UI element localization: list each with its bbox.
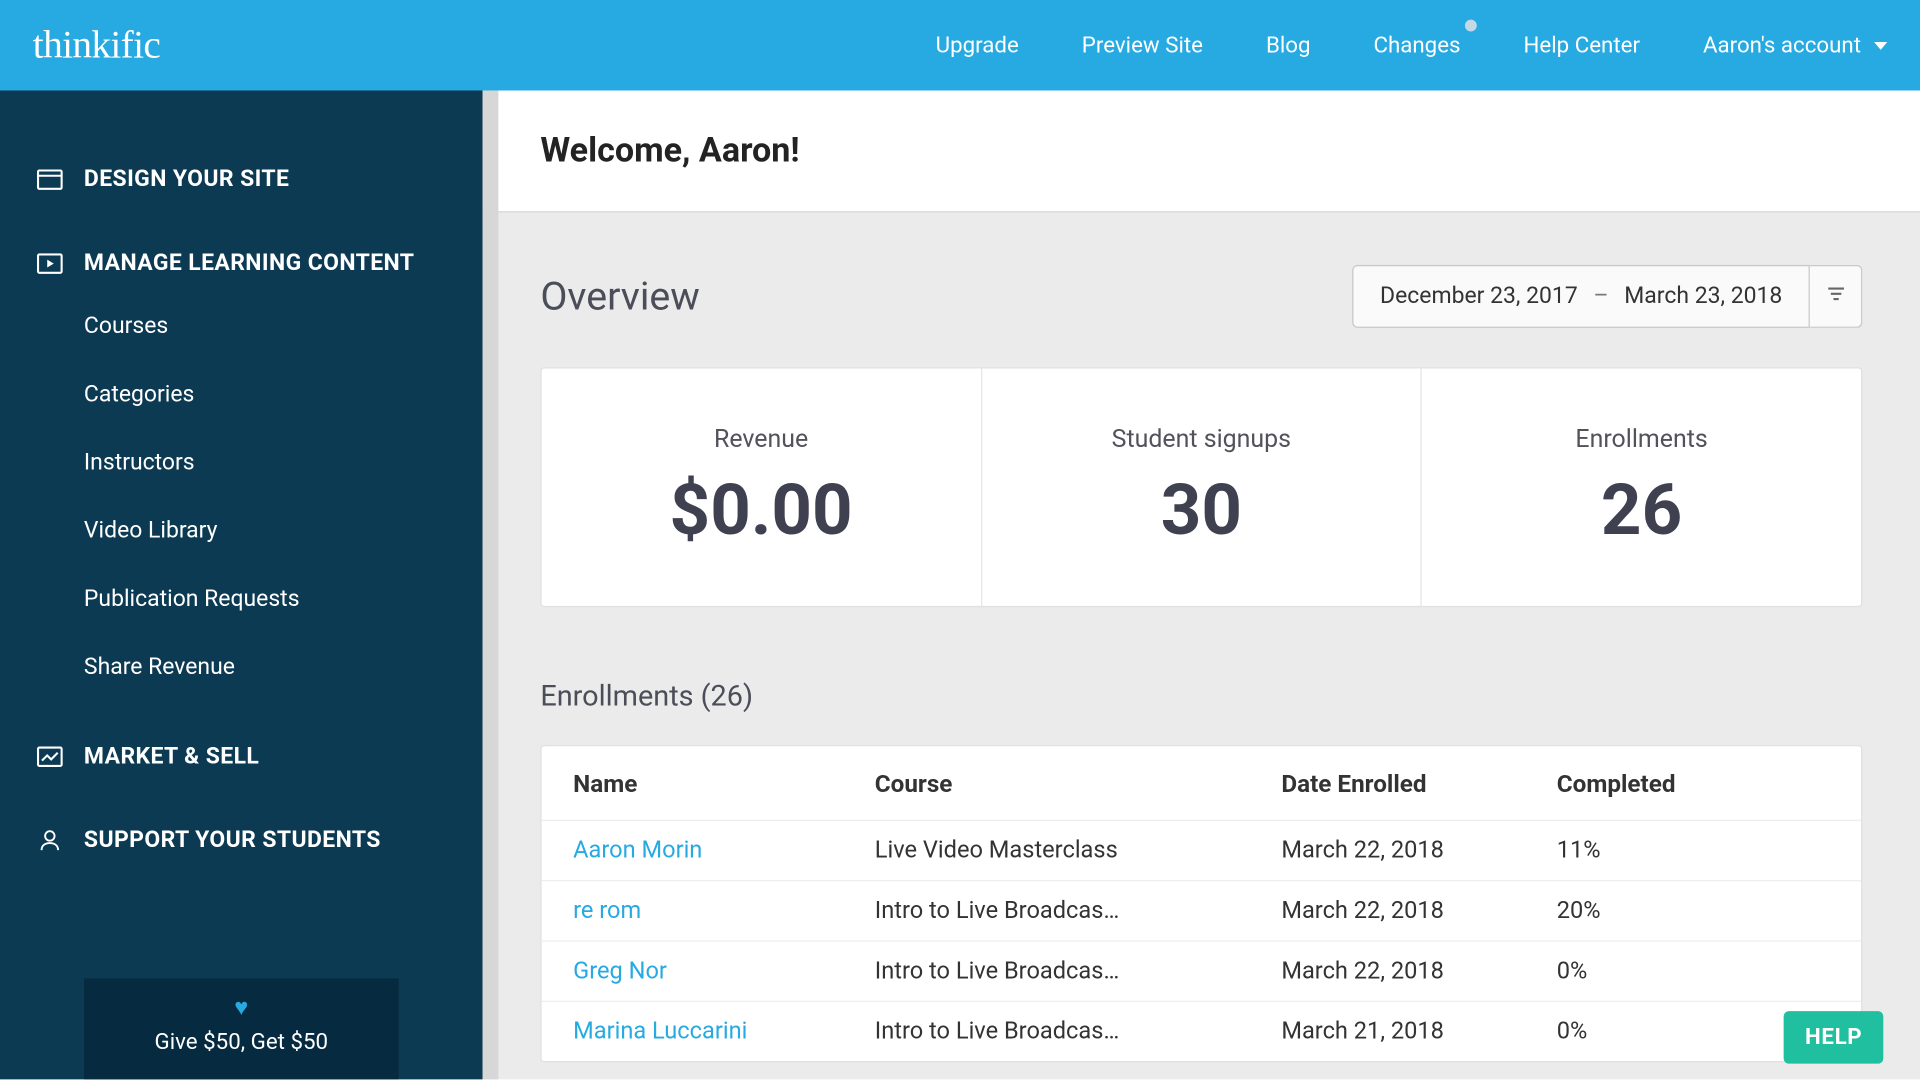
col-course[interactable]: Course — [843, 746, 1250, 820]
sidebar-item-support[interactable]: SUPPORT YOUR STUDENTS — [0, 812, 483, 870]
date-to: March 23, 2018 — [1624, 283, 1782, 309]
student-link[interactable]: Aaron Morin — [573, 837, 702, 865]
table-row: Greg Nor Intro to Live Broadcas…March 22,… — [542, 941, 1861, 1001]
stat-value: 30 — [1161, 469, 1242, 552]
col-date[interactable]: Date Enrolled — [1250, 746, 1525, 820]
sidebar-item-video-library[interactable]: Video Library — [0, 497, 483, 565]
heart-icon: ♥ — [97, 994, 386, 1022]
filter-button[interactable] — [1810, 265, 1862, 328]
nav-help-center[interactable]: Help Center — [1523, 32, 1640, 58]
stat-label: Student signups — [1112, 423, 1291, 453]
sidebar-item-label: MANAGE LEARNING CONTENT — [84, 250, 414, 276]
table-row: Marina Luccarini Intro to Live Broadcas…M… — [542, 1001, 1861, 1061]
cell-date: March 21, 2018 — [1250, 1001, 1525, 1061]
overview-heading: Overview — [540, 273, 699, 319]
sidebar-item-share-revenue[interactable]: Share Revenue — [0, 633, 483, 701]
nav-changes[interactable]: Changes — [1373, 32, 1460, 58]
chevron-down-icon — [1874, 41, 1887, 49]
table-row: re rom Intro to Live Broadcas…March 22, 2… — [542, 881, 1861, 941]
cell-name: Greg Nor — [542, 941, 844, 1001]
table-header-row: Name Course Date Enrolled Completed — [542, 746, 1861, 820]
date-range-picker[interactable]: December 23, 2017 – March 23, 2018 — [1353, 265, 1810, 328]
brand-text: thinkific — [33, 23, 160, 66]
date-range-control: December 23, 2017 – March 23, 2018 — [1353, 265, 1863, 328]
layout-icon — [37, 169, 63, 190]
sidebar-item-courses[interactable]: Courses — [0, 292, 483, 360]
sidebar-item-publication-requests[interactable]: Publication Requests — [0, 565, 483, 633]
person-icon — [37, 830, 63, 851]
cell-date: March 22, 2018 — [1250, 881, 1525, 941]
sidebar-item-manage[interactable]: MANAGE LEARNING CONTENT — [0, 235, 483, 293]
stat-enrollments: Enrollments 26 — [1422, 369, 1861, 606]
cell-date: March 22, 2018 — [1250, 820, 1525, 880]
nav-changes-label: Changes — [1373, 32, 1460, 58]
nav-account-label: Aaron's account — [1703, 32, 1861, 58]
filter-icon — [1825, 283, 1846, 309]
cell-name: Aaron Morin — [542, 820, 844, 880]
stat-signups: Student signups 30 — [982, 369, 1422, 606]
stat-value: $0.00 — [670, 469, 853, 552]
stats-row: Revenue $0.00 Student signups 30 Enrollm… — [540, 367, 1862, 607]
date-from: December 23, 2017 — [1380, 283, 1578, 309]
sidebar-item-categories[interactable]: Categories — [0, 361, 483, 429]
cell-completed: 0% — [1525, 941, 1861, 1001]
stat-revenue: Revenue $0.00 — [542, 369, 982, 606]
cell-date: March 22, 2018 — [1250, 941, 1525, 1001]
top-nav: Upgrade Preview Site Blog Changes Help C… — [936, 32, 1888, 58]
sidebar-item-market[interactable]: MARKET & SELL — [0, 728, 483, 786]
nav-upgrade[interactable]: Upgrade — [936, 32, 1019, 58]
student-link[interactable]: re rom — [573, 897, 641, 925]
brand-logo[interactable]: thinkific — [33, 23, 160, 68]
cell-completed: 20% — [1525, 881, 1861, 941]
sidebar-item-label: SUPPORT YOUR STUDENTS — [84, 828, 381, 854]
sidebar-item-label: DESIGN YOUR SITE — [84, 167, 289, 193]
notification-dot-icon — [1464, 19, 1476, 31]
cell-completed: 11% — [1525, 820, 1861, 880]
nav-preview-site[interactable]: Preview Site — [1082, 32, 1203, 58]
student-link[interactable]: Marina Luccarini — [573, 1018, 747, 1046]
referral-text: Give $50, Get $50 — [155, 1030, 329, 1056]
cell-name: re rom — [542, 881, 844, 941]
col-name[interactable]: Name — [542, 746, 844, 820]
col-completed[interactable]: Completed — [1525, 746, 1861, 820]
stat-label: Enrollments — [1575, 423, 1707, 453]
main-panel: Welcome, Aaron! Overview December 23, 20… — [483, 90, 1920, 1079]
stat-value: 26 — [1601, 469, 1682, 552]
table-row: Aaron Morin Live Video MasterclassMarch 2… — [542, 820, 1861, 880]
cell-course: Intro to Live Broadcas… — [843, 1001, 1250, 1061]
help-button[interactable]: HELP — [1784, 1011, 1883, 1063]
sidebar-item-label: MARKET & SELL — [84, 744, 259, 770]
sidebar-item-instructors[interactable]: Instructors — [0, 429, 483, 497]
sidebar: DESIGN YOUR SITE MANAGE LEARNING CONTENT… — [0, 90, 483, 1079]
date-separator: – — [1593, 283, 1608, 309]
page-title: Welcome, Aaron! — [540, 131, 799, 170]
sidebar-item-design[interactable]: DESIGN YOUR SITE — [0, 151, 483, 209]
play-box-icon — [37, 253, 63, 274]
chart-icon — [37, 746, 63, 767]
top-bar: thinkific Upgrade Preview Site Blog Chan… — [0, 0, 1920, 90]
enrollments-heading: Enrollments (26) — [540, 681, 1862, 714]
cell-course: Live Video Masterclass — [843, 820, 1250, 880]
nav-blog[interactable]: Blog — [1266, 32, 1311, 58]
stat-label: Revenue — [714, 423, 808, 453]
cell-course: Intro to Live Broadcas… — [843, 881, 1250, 941]
referral-box[interactable]: ♥ Give $50, Get $50 — [84, 978, 399, 1079]
nav-account-menu[interactable]: Aaron's account — [1703, 32, 1887, 58]
cell-name: Marina Luccarini — [542, 1001, 844, 1061]
student-link[interactable]: Greg Nor — [573, 957, 667, 985]
enrollments-table: Name Course Date Enrolled Completed Aaro… — [540, 745, 1862, 1062]
cell-course: Intro to Live Broadcas… — [843, 941, 1250, 1001]
welcome-bar: Welcome, Aaron! — [483, 90, 1920, 212]
